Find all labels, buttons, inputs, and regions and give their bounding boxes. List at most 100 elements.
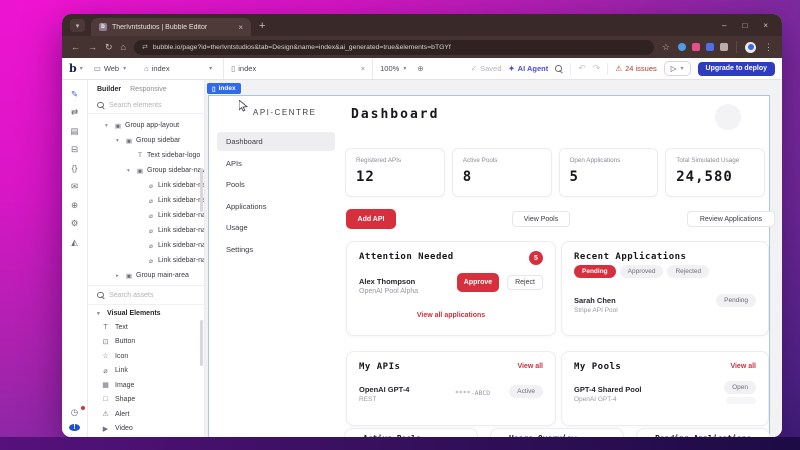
chevron-down-icon[interactable]: ▾ — [80, 65, 83, 72]
visual-element-item[interactable]: □ Shape — [88, 393, 204, 408]
workflow-icon[interactable]: ⇄ — [67, 104, 83, 123]
reload-icon[interactable]: ↻ — [105, 42, 113, 52]
open-page-tab[interactable]: ▯ index × — [223, 58, 374, 79]
search-assets-input[interactable]: Search assets — [88, 285, 204, 305]
review-applications-button[interactable]: Review Applications — [687, 211, 775, 227]
plugins-icon[interactable]: ⊕ — [67, 196, 83, 215]
visual-element-item[interactable]: ⚠ Alert — [88, 407, 204, 422]
element-type-icon: □ — [103, 396, 108, 404]
filter-pill[interactable]: Rejected — [667, 265, 710, 278]
panel-tab[interactable]: Responsive — [130, 86, 167, 93]
element-type-icon: ▣ — [125, 272, 133, 280]
visual-element-item[interactable]: ⊡ Button — [88, 335, 204, 350]
help-icon[interactable]: ! — [69, 424, 80, 431]
tree-item[interactable]: ▾ ▣ Group app-layout — [88, 118, 204, 133]
app-nav-item[interactable]: Dashboard — [217, 132, 335, 151]
tree-item[interactable]: ▸ ▣ Group main-area — [88, 268, 204, 283]
visual-element-item[interactable]: ⌀ Link — [88, 364, 204, 379]
settings-icon[interactable]: ⚙ — [67, 215, 83, 234]
minimize-button[interactable]: – — [722, 21, 726, 30]
ai-agent-button[interactable]: ✦ AI Agent — [508, 64, 548, 73]
close-window-button[interactable]: × — [763, 21, 768, 30]
app-nav-item[interactable]: Pools — [217, 175, 335, 194]
platform-selector[interactable]: ▭ Web ▾ — [87, 58, 137, 79]
page-design-surface[interactable]: API-CENTRE Dashboard APIs Pools Application… — [208, 95, 775, 437]
tab-close-icon[interactable]: × — [238, 23, 243, 32]
view-all-applications-link[interactable]: View all applications — [347, 312, 555, 319]
tab-search-chevron-icon[interactable]: ▾ — [70, 19, 85, 32]
view-pools-button[interactable]: View Pools — [512, 211, 570, 227]
tree-caret-icon[interactable]: ▸ — [116, 273, 122, 279]
address-bar[interactable]: ⇄ bubble.io/page?id=therlvntstudios&tab=… — [133, 39, 654, 55]
site-info-icon[interactable]: ⇄ — [142, 43, 148, 51]
tree-caret-icon[interactable]: ▾ — [105, 123, 111, 129]
extension-icon-blue[interactable] — [678, 43, 686, 51]
page-label-badge[interactable]: ▯ index — [207, 83, 241, 94]
preview-button[interactable]: ▷ ▾ — [663, 61, 691, 76]
bookmark-star-icon[interactable]: ☆ — [662, 42, 670, 52]
tree-item[interactable]: ⌀ Link sidebar-nav-d... — [88, 178, 204, 193]
undo-icon[interactable]: ↶ — [578, 63, 586, 74]
reject-button[interactable]: Reject — [507, 275, 543, 290]
search-elements-input[interactable]: Search elements — [88, 97, 204, 114]
profile-avatar[interactable] — [745, 41, 756, 53]
browser-tab[interactable]: b Therlvntstudios | Bubble Editor × — [91, 18, 251, 36]
page-selector[interactable]: ⌂ index ▾ — [137, 58, 223, 79]
visual-element-item[interactable]: ▶ Video — [88, 422, 204, 437]
visual-elements-header[interactable]: ▾ Visual Elements — [88, 305, 204, 320]
extension-icon-pink[interactable] — [692, 43, 700, 51]
tree-item[interactable]: T Text sidebar-logo — [88, 148, 204, 163]
scrollbar[interactable] — [200, 320, 203, 366]
tree-caret-icon[interactable]: ▾ — [127, 168, 133, 174]
tree-item[interactable]: ▾ ▣ Group sidebar-nav — [88, 163, 204, 178]
data-icon[interactable]: ▤ — [67, 122, 83, 141]
add-api-button[interactable]: Add API — [346, 209, 396, 229]
tree-item[interactable]: ⌀ Link sidebar-nav-a... — [88, 223, 204, 238]
history-icon[interactable]: ◷ — [67, 406, 85, 418]
tree-item[interactable]: ⌀ Link sidebar-nav-u... — [88, 238, 204, 253]
zoom-selector[interactable]: 100% ▾ — [373, 58, 417, 79]
styles-icon[interactable]: ⊟ — [67, 141, 83, 160]
view-all-pools-link[interactable]: View all — [730, 363, 756, 370]
browser-menu-icon[interactable]: ⋮ — [764, 42, 773, 52]
app-nav-item[interactable]: Applications — [217, 197, 335, 216]
forward-icon[interactable]: → — [88, 42, 97, 52]
visual-element-item[interactable]: ☆ Icon — [88, 349, 204, 364]
view-all-apis-link[interactable]: View all — [517, 363, 543, 370]
tree-item[interactable]: ⌀ Link sidebar-nav-a... — [88, 193, 204, 208]
notifications-icon[interactable]: ✉ — [67, 178, 83, 197]
scrollbar[interactable] — [200, 168, 203, 212]
visual-element-label: Shape — [115, 396, 136, 404]
filter-pill[interactable]: Pending — [574, 265, 616, 278]
extension-icon-indigo[interactable] — [706, 43, 714, 51]
app-nav-item[interactable]: APIs — [217, 154, 335, 173]
home-icon[interactable]: ⌂ — [121, 42, 126, 52]
search-icon[interactable] — [555, 65, 563, 73]
back-icon[interactable]: ← — [71, 42, 80, 52]
panel-tab[interactable]: Builder — [97, 86, 121, 93]
backend-icon[interactable]: {} — [67, 159, 83, 178]
new-tab-button[interactable]: + — [259, 20, 265, 32]
globe-icon[interactable]: ⊕ — [417, 64, 423, 73]
close-page-tab-icon[interactable]: × — [361, 64, 365, 73]
maximize-button[interactable]: □ — [742, 21, 747, 30]
visual-element-item[interactable]: T Text — [88, 320, 204, 335]
approve-button[interactable]: Approve — [457, 273, 499, 292]
redo-icon[interactable]: ↷ — [593, 63, 601, 74]
bubble-logo[interactable]: b — [69, 62, 77, 75]
tree-item[interactable]: ⌀ Link sidebar-nav-s... — [88, 253, 204, 268]
app-nav-item[interactable]: Settings — [217, 240, 335, 259]
visual-element-item[interactable]: ▦ Image — [88, 378, 204, 393]
design-icon[interactable]: ✎ — [67, 85, 83, 104]
upgrade-to-deploy-button[interactable]: Upgrade to deploy — [697, 61, 775, 76]
logs-icon[interactable]: ◭ — [67, 233, 83, 252]
issues-indicator[interactable]: ⚠ 24 issues — [615, 64, 656, 73]
tree-item[interactable]: ▾ ▣ Group sidebar — [88, 133, 204, 148]
extension-icon-gray[interactable] — [720, 43, 728, 51]
badge-placeholder — [726, 397, 756, 404]
app-nav-item[interactable]: Usage — [217, 218, 335, 237]
filter-pill[interactable]: Approved — [619, 265, 664, 278]
tree-item[interactable]: ⌀ Link sidebar-nav-p... — [88, 208, 204, 223]
home-icon: ⌂ — [144, 64, 149, 73]
tree-caret-icon[interactable]: ▾ — [116, 138, 122, 144]
